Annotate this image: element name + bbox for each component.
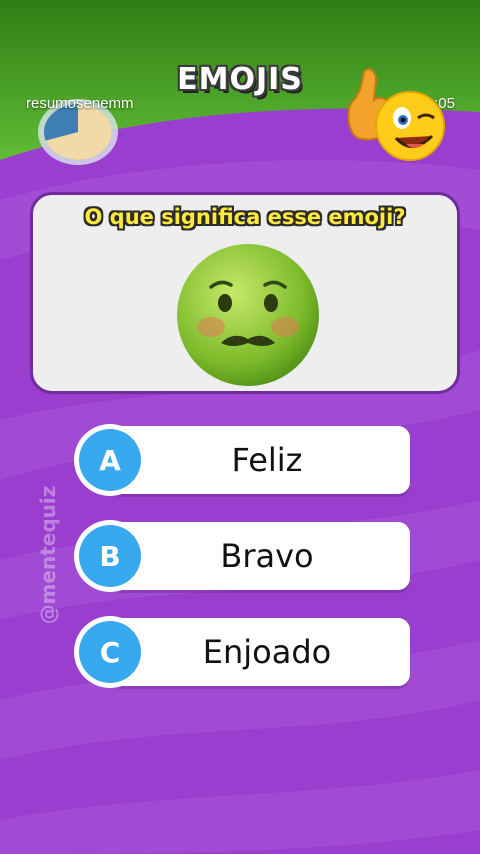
username: resumosenemm <box>26 95 134 112</box>
option-letter: C <box>79 621 141 683</box>
option-label: Feliz <box>231 441 303 479</box>
nauseated-face-icon <box>177 244 319 386</box>
option-label: Bravo <box>220 537 314 575</box>
answer-option-a[interactable]: A Feliz <box>74 424 414 498</box>
option-label: Enjoado <box>202 633 332 671</box>
option-letter-badge: A <box>74 424 146 496</box>
question-card: O que significa esse emoji? <box>30 192 460 394</box>
question-text: O que significa esse emoji? <box>84 205 406 229</box>
watermark: @mentequiz <box>36 485 60 625</box>
thumbs-up-winking-emoji-icon <box>347 68 445 161</box>
answer-option-b[interactable]: B Bravo <box>74 520 414 594</box>
option-letter: A <box>79 429 141 491</box>
answer-option-c[interactable]: C Enjoado <box>74 616 414 690</box>
option-letter-badge: C <box>74 616 146 688</box>
